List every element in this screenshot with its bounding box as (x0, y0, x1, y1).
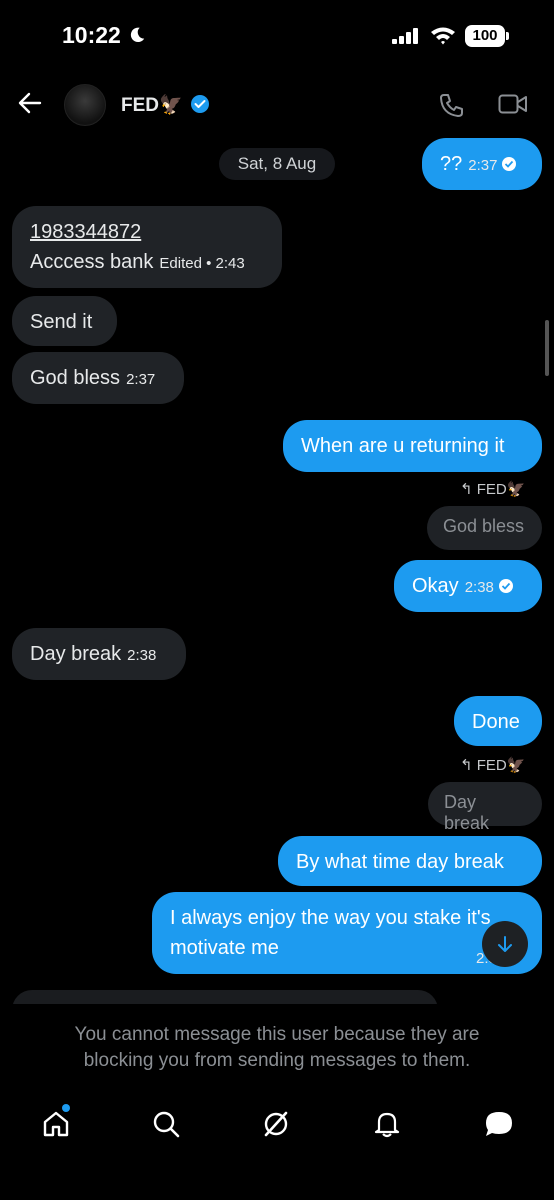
messages-icon[interactable] (484, 1110, 514, 1138)
quoted-text: Day break (444, 792, 490, 833)
search-icon[interactable] (152, 1110, 180, 1138)
conversation-header: FED🦅 (0, 76, 554, 132)
date-separator: Sat, 8 Aug (219, 148, 335, 180)
quoted-message[interactable]: Day break (428, 782, 542, 833)
video-icon[interactable] (498, 93, 528, 115)
status-bar: 10:22 100 (0, 0, 554, 70)
message-text: Done (472, 711, 520, 733)
contact-name[interactable]: FED🦅 (121, 93, 183, 117)
arrow-down-icon (498, 936, 512, 952)
message-meta: Edited • 2:43 (159, 255, 245, 272)
phone-icon[interactable] (438, 92, 464, 118)
message-bubble-outgoing[interactable]: Done (454, 696, 542, 746)
message-text: God bless (30, 367, 121, 389)
message-text: Okay (412, 575, 459, 597)
message-bubble-incoming[interactable]: God bless 2:37 (12, 352, 184, 404)
quoted-message[interactable]: God bless (427, 506, 542, 550)
wifi-icon (431, 27, 455, 45)
message-time: 2:38 (464, 579, 494, 596)
reply-arrow-icon: ↰ (460, 481, 473, 498)
verified-badge-icon (191, 95, 209, 113)
message-bubble-incoming[interactable]: Day break 2:38 (12, 628, 186, 680)
read-check-icon (502, 157, 517, 171)
message-text: ?? (440, 153, 463, 175)
message-bubble-outgoing[interactable]: ?? 2:37 (422, 138, 542, 190)
quoted-text: God bless (443, 516, 525, 536)
account-number-link[interactable]: 1983344872 (30, 217, 264, 247)
message-bubble-outgoing[interactable]: When are u returning it (283, 420, 542, 472)
message-bubble-incoming[interactable]: 1983344872 Acccess bank Edited • 2:43 (12, 206, 282, 288)
blocked-notice: You cannot message this user because the… (74, 1024, 480, 1071)
message-bubble-outgoing[interactable]: Okay 2:38 (394, 560, 542, 612)
scroll-to-bottom-button[interactable] (482, 921, 528, 967)
message-bubble-outgoing[interactable]: By what time day break (278, 836, 542, 886)
bell-icon[interactable] (373, 1110, 401, 1138)
scrollbar[interactable] (545, 320, 549, 376)
status-time: 10:22 (62, 22, 121, 48)
signal-icon (392, 28, 418, 44)
bottom-nav (0, 1100, 554, 1160)
message-text: Acccess bank (30, 251, 154, 273)
message-text: motivate me (170, 937, 279, 959)
battery-tip (506, 32, 509, 40)
battery-level: 100 (472, 27, 498, 44)
message-text: When are u returning it (301, 435, 505, 457)
message-text: By what time day break (296, 851, 504, 873)
read-check-icon (498, 579, 513, 593)
battery-icon: 100 (465, 25, 505, 47)
reply-indicator: ↰ FED🦅 (460, 480, 525, 498)
reply-to-name: FED🦅 (476, 757, 526, 774)
reply-to-name: FED🦅 (476, 481, 526, 498)
back-arrow-icon[interactable] (18, 92, 42, 114)
message-text: Send it (30, 311, 93, 333)
message-bubble-incoming[interactable]: Send it (12, 296, 117, 346)
avatar[interactable] (64, 84, 106, 126)
message-time: 2:38 (127, 647, 157, 664)
moon-icon (130, 27, 145, 43)
grok-icon[interactable] (262, 1110, 290, 1138)
message-text: I always enjoy the way you stake it's (170, 907, 491, 929)
home-icon[interactable] (42, 1110, 70, 1138)
notification-dot (62, 1104, 70, 1112)
message-time: 2:37 (126, 371, 156, 388)
reply-arrow-icon: ↰ (460, 757, 473, 774)
message-text: Day break (30, 643, 122, 665)
reply-indicator: ↰ FED🦅 (460, 756, 525, 774)
message-time: 2:37 (468, 157, 498, 174)
